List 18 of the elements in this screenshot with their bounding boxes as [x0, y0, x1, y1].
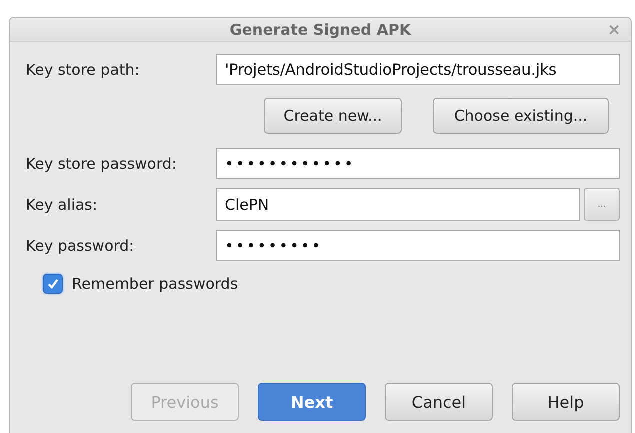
window-title: Generate Signed APK — [230, 20, 412, 38]
password-field[interactable]: •••••••••••• — [216, 148, 620, 179]
field-label: Key store password: — [26, 154, 178, 172]
checkbox[interactable] — [43, 274, 63, 294]
field-label: Key password: — [26, 236, 136, 254]
dialog-button[interactable]: Next — [258, 383, 366, 421]
dialog-button[interactable]: Help — [512, 383, 620, 421]
create-new-button[interactable]: Create new... — [264, 98, 402, 134]
checkbox-label: Remember passwords — [72, 275, 238, 293]
dialog-button[interactable]: Cancel — [385, 383, 493, 421]
field-label: Key store path: — [26, 60, 141, 78]
input-field[interactable]: ClePN — [216, 188, 580, 221]
password-field[interactable]: ••••••••• — [216, 230, 620, 261]
browse-button[interactable]: ... — [584, 188, 620, 221]
check-icon — [46, 277, 60, 291]
field-label: Key alias: — [26, 196, 99, 214]
choose-existing-button[interactable]: Choose existing... — [433, 98, 609, 134]
input-field[interactable]: 'Projets/AndroidStudioProjects/trousseau.jks — [216, 54, 620, 85]
